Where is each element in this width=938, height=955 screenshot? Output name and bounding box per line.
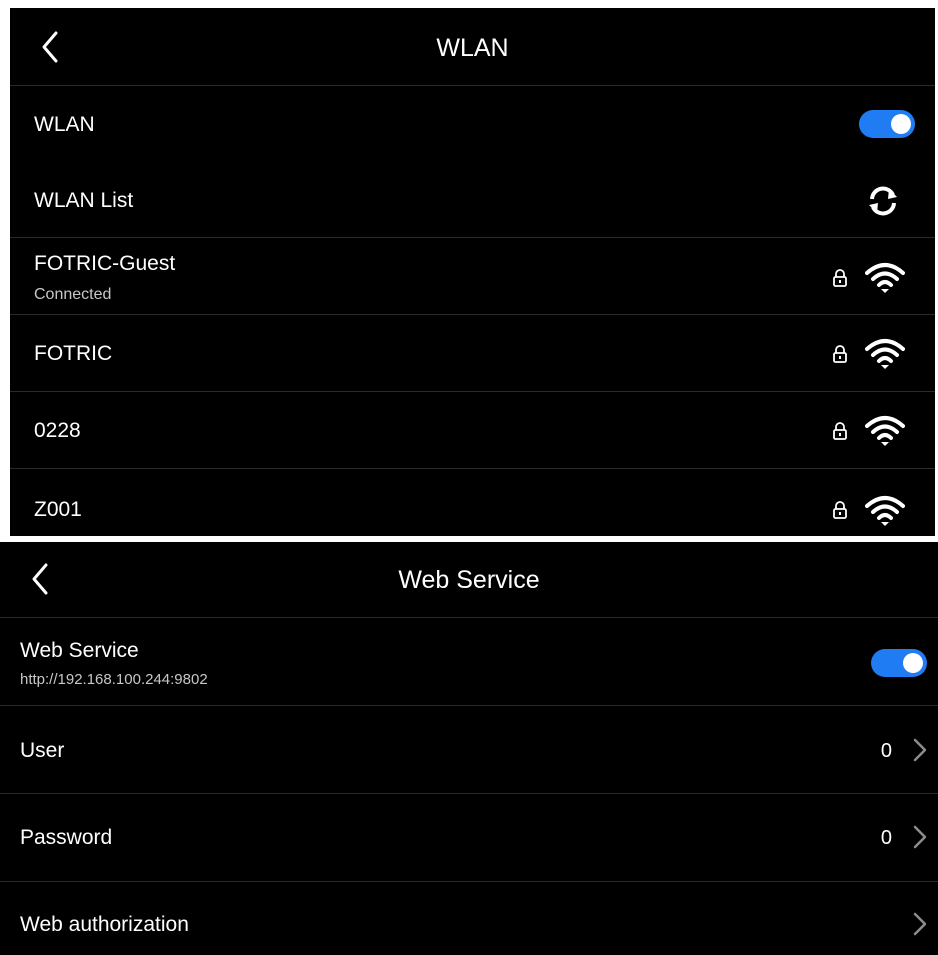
wlan-toggle-row: WLAN: [10, 86, 935, 162]
network-item[interactable]: Z001: [10, 469, 935, 536]
web-authorization-row[interactable]: Web authorization: [0, 882, 938, 955]
web-service-label: Web Service: [20, 639, 139, 662]
lock-icon: [832, 421, 848, 446]
lock-icon: [832, 344, 848, 369]
network-ssid: FOTRIC-Guest: [34, 252, 176, 275]
password-count: 0: [880, 827, 892, 849]
toggle-knob: [891, 114, 911, 134]
wifi-icon: [865, 338, 905, 375]
network-status: Connected: [34, 286, 112, 303]
password-label: Password: [20, 826, 113, 849]
web-service-toggle[interactable]: [871, 649, 927, 677]
user-count: 0: [880, 740, 892, 762]
wifi-icon: [865, 415, 905, 452]
network-item[interactable]: FOTRIC-Guest Connected: [10, 238, 935, 315]
web-header: Web Service: [0, 542, 938, 618]
web-authorization-label: Web authorization: [20, 913, 189, 936]
lock-icon: [832, 500, 848, 525]
chevron-right-icon: [912, 737, 928, 763]
refresh-icon[interactable]: [867, 185, 899, 222]
chevron-right-icon: [912, 911, 928, 937]
lock-icon: [832, 268, 848, 293]
chevron-right-icon: [912, 824, 928, 850]
page-title: WLAN: [436, 34, 509, 62]
web-service-screen: Web Service Web Service http://192.168.1…: [0, 542, 938, 955]
wlan-screen: WLAN WLAN WLAN List FOTRIC-Guest Connect…: [10, 8, 935, 536]
network-ssid: Z001: [34, 498, 82, 521]
wlan-header: WLAN: [10, 8, 935, 86]
wlan-toggle[interactable]: [859, 110, 915, 138]
web-service-row: Web Service http://192.168.100.244:9802: [0, 618, 938, 706]
network-item[interactable]: 0228: [10, 392, 935, 469]
toggle-knob: [903, 653, 923, 673]
user-row[interactable]: User 0: [0, 706, 938, 794]
user-label: User: [20, 739, 65, 762]
password-row[interactable]: Password 0: [0, 794, 938, 882]
page-title: Web Service: [398, 566, 540, 594]
wifi-icon: [865, 495, 905, 532]
wlan-toggle-label: WLAN: [34, 113, 95, 136]
web-service-url: http://192.168.100.244:9802: [20, 671, 208, 688]
network-ssid: FOTRIC: [34, 342, 113, 365]
network-ssid: 0228: [34, 419, 81, 442]
wlan-list-header: WLAN List: [10, 162, 935, 238]
wlan-list-label: WLAN List: [34, 189, 134, 212]
wifi-icon: [865, 262, 905, 299]
network-item[interactable]: FOTRIC: [10, 315, 935, 392]
